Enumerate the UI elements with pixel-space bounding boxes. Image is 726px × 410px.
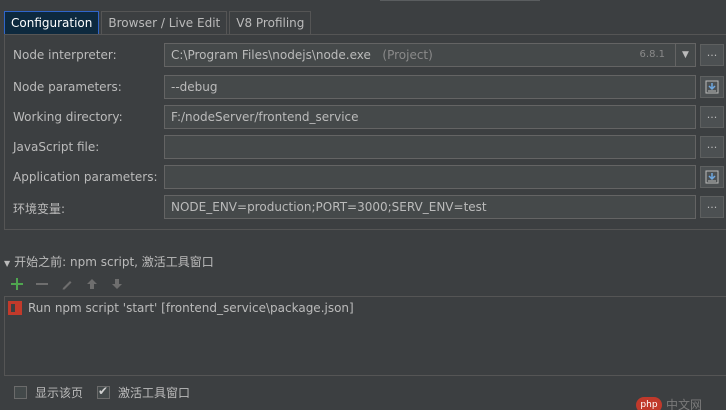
edit-task-button[interactable]: [58, 276, 76, 292]
working-directory-label: Working directory:: [13, 110, 123, 124]
browse-javascript-file-button[interactable]: ...: [700, 136, 724, 158]
javascript-file-row: JavaScript file: ...: [5, 135, 726, 161]
show-page-label: 显示该页: [35, 386, 84, 400]
node-parameters-input[interactable]: --debug: [164, 75, 696, 99]
node-version-label: 6.8.1: [639, 49, 665, 60]
expand-app-parameters-button[interactable]: [700, 166, 724, 188]
arrow-down-icon: [112, 279, 122, 289]
collapse-triangle-icon[interactable]: ▼: [4, 259, 10, 268]
browse-interpreter-button[interactable]: ...: [700, 44, 724, 66]
node-interpreter-label: Node interpreter:: [13, 48, 117, 62]
browse-working-directory-button[interactable]: ...: [700, 106, 724, 128]
tab-bar: Configuration Browser / Live Edit V8 Pro…: [4, 11, 313, 34]
remove-task-button[interactable]: [33, 276, 51, 292]
before-launch-toolbar: [8, 276, 133, 292]
npm-icon: [8, 301, 22, 315]
working-directory-row: Working directory: F:/nodeServer/fronten…: [5, 105, 726, 131]
javascript-file-label: JavaScript file:: [13, 140, 100, 154]
expand-parameters-button[interactable]: [700, 76, 724, 98]
top-separator: [380, 0, 540, 1]
node-interpreter-row: Node interpreter: C:\Program Files\nodej…: [5, 43, 726, 69]
configuration-panel: Node interpreter: C:\Program Files\nodej…: [4, 34, 726, 230]
tab-browser-live-edit[interactable]: Browser / Live Edit: [101, 11, 228, 34]
node-interpreter-select[interactable]: C:\Program Files\nodejs\node.exe (Projec…: [164, 43, 676, 67]
list-item[interactable]: Run npm script 'start' [frontend_service…: [5, 298, 725, 318]
bottom-options: 显示该页 激活工具窗口: [14, 384, 204, 401]
before-launch-list: Run npm script 'start' [frontend_service…: [4, 296, 726, 376]
expand-icon: [705, 170, 719, 184]
watermark-badge: php: [636, 396, 662, 410]
pencil-icon: [62, 281, 72, 290]
minus-icon: [36, 283, 48, 285]
application-parameters-label: Application parameters:: [13, 170, 158, 184]
tab-v8-profiling[interactable]: V8 Profiling: [229, 11, 312, 34]
activate-tool-window-checkbox[interactable]: [97, 384, 111, 399]
edit-env-vars-button[interactable]: ...: [700, 196, 724, 218]
expand-icon: [705, 80, 719, 94]
move-up-button[interactable]: [83, 276, 101, 292]
tab-configuration[interactable]: Configuration: [4, 11, 100, 34]
plus-icon: [11, 278, 23, 290]
node-parameters-label: Node parameters:: [13, 80, 122, 94]
show-page-checkbox[interactable]: [14, 386, 27, 399]
activate-tool-window-label: 激活工具窗口: [118, 386, 191, 400]
add-task-button[interactable]: [8, 276, 26, 292]
watermark-text: 中文网: [666, 398, 703, 410]
move-down-button[interactable]: [108, 276, 126, 292]
before-launch-header[interactable]: ▼ 开始之前: npm script, 激活工具窗口: [4, 253, 214, 270]
before-launch-title: 开始之前: npm script, 激活工具窗口: [14, 255, 214, 269]
application-parameters-row: Application parameters:: [5, 165, 726, 191]
working-directory-input[interactable]: F:/nodeServer/frontend_service: [164, 105, 696, 129]
node-interpreter-value: C:\Program Files\nodejs\node.exe: [171, 48, 371, 62]
env-vars-row: 环境变量: NODE_ENV=production;PORT=3000;SERV…: [5, 195, 726, 221]
javascript-file-input[interactable]: [164, 135, 696, 159]
chevron-down-icon[interactable]: ▼: [676, 43, 696, 67]
application-parameters-input[interactable]: [164, 165, 696, 189]
env-vars-input[interactable]: NODE_ENV=production;PORT=3000;SERV_ENV=t…: [164, 195, 696, 219]
arrow-up-icon: [87, 279, 97, 289]
node-parameters-row: Node parameters: --debug: [5, 75, 726, 101]
watermark: php 中文网: [636, 396, 702, 410]
list-item-label: Run npm script 'start' [frontend_service…: [28, 301, 354, 315]
node-interpreter-hint: (Project): [382, 48, 433, 62]
env-vars-label: 环境变量:: [13, 202, 66, 216]
